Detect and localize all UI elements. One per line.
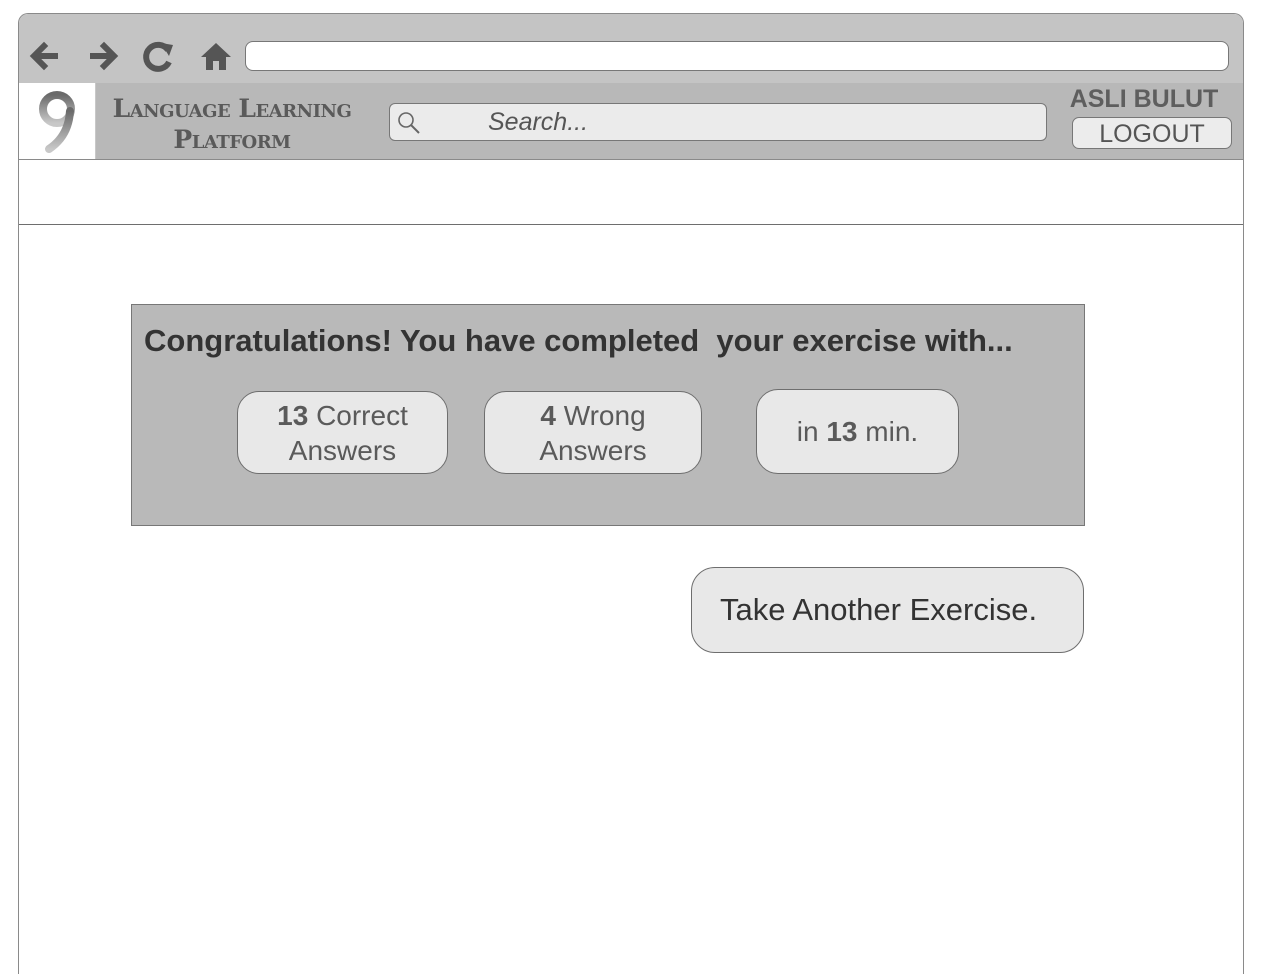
time-prefix: in: [796, 416, 819, 447]
search-input[interactable]: [488, 104, 1028, 140]
take-another-exercise-button[interactable]: Take Another Exercise.: [691, 567, 1084, 653]
wrong-label-2: Answers: [539, 434, 647, 466]
time-value: 13: [826, 416, 858, 447]
home-icon[interactable]: [197, 37, 235, 75]
browser-toolbar: [19, 14, 1243, 84]
time-suffix: min.: [865, 416, 919, 447]
back-arrow-icon[interactable]: [25, 37, 63, 75]
browser-window: Language Learning Platform ASLI BULUT LO…: [18, 13, 1244, 974]
correct-count: 13: [277, 399, 309, 431]
search-box[interactable]: [389, 103, 1047, 141]
address-bar[interactable]: [245, 41, 1229, 71]
app-header: Language Learning Platform ASLI BULUT LO…: [19, 83, 1243, 160]
forward-arrow-icon[interactable]: [85, 37, 123, 75]
results-panel: Congratulations! You have completed your…: [131, 304, 1085, 526]
correct-answers-badge: 13 Correct Answers: [237, 391, 448, 474]
logout-button[interactable]: LOGOUT: [1072, 117, 1232, 149]
wrong-label: Wrong: [563, 399, 646, 431]
app-logo-icon[interactable]: [19, 83, 96, 159]
correct-label-2: Answers: [288, 434, 397, 466]
wrong-answers-badge: 4 Wrong Answers: [484, 391, 702, 474]
app-title-line-2: Platform: [173, 125, 291, 154]
reload-icon[interactable]: [139, 37, 177, 75]
correct-label: Correct: [316, 399, 408, 431]
search-icon[interactable]: [396, 110, 422, 136]
sub-navigation-bar: [19, 160, 1243, 225]
username-label: ASLI BULUT: [1069, 85, 1219, 113]
app-title-line-1: Language Learning: [112, 94, 352, 123]
results-heading: Congratulations! You have completed your…: [144, 323, 1013, 358]
time-badge: in 13 min.: [756, 389, 959, 474]
wrong-count: 4: [540, 399, 556, 431]
app-title: Language Learning Platform: [101, 93, 363, 155]
